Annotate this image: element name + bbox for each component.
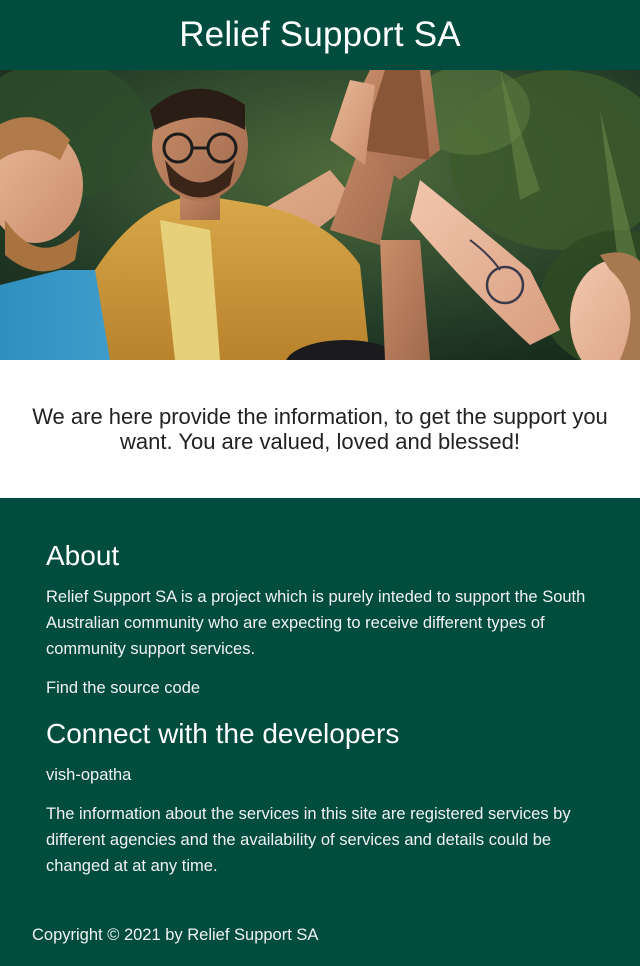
hero-image <box>0 70 640 360</box>
connect-heading: Connect with the developers <box>46 718 400 749</box>
intro-text: We are here provide the information, to … <box>32 404 608 454</box>
intro-section: We are here provide the information, to … <box>0 360 640 498</box>
people-high-five-photo <box>0 70 640 360</box>
site-title: Relief Support SA <box>179 15 461 54</box>
about-heading: About <box>46 540 120 571</box>
about-description: Relief Support SA is a project which is … <box>46 588 586 658</box>
site-header: Relief Support SA <box>0 0 640 70</box>
site-footer: About Relief Support SA is a project whi… <box>0 498 640 966</box>
developer-link[interactable]: vish-opatha <box>46 766 131 784</box>
copyright-text: Copyright © 2021 by Relief Support SA <box>32 926 319 944</box>
services-disclaimer: The information about the services in th… <box>46 805 571 875</box>
source-code-link[interactable]: Find the source code <box>46 679 200 697</box>
